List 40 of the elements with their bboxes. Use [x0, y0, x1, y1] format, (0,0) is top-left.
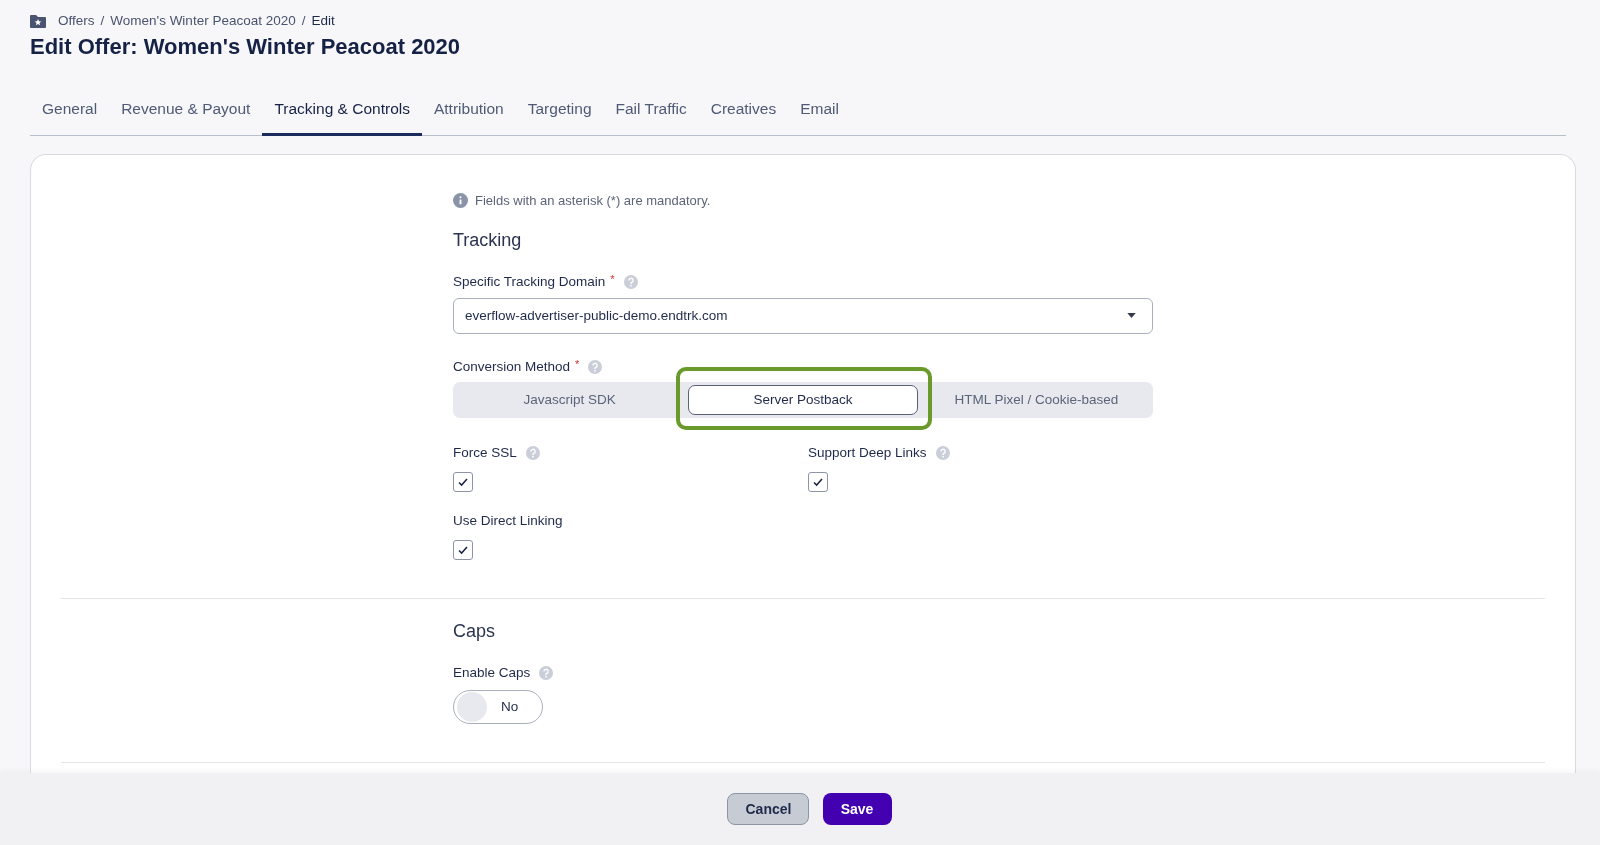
toggle-label: Enable Caps	[453, 665, 531, 680]
help-icon	[539, 665, 554, 680]
domain-select[interactable]: everflow-advertiser-public-demo.endtrk.com	[453, 297, 1153, 334]
breadcrumb-link[interactable]: Women's Winter Peacoat 2020	[110, 13, 296, 28]
segment-option[interactable]: Server Postback	[688, 384, 918, 415]
field-label: Conversion Method	[453, 359, 571, 374]
section-heading: Caps	[453, 620, 497, 642]
folder-star-icon	[30, 13, 46, 28]
info-icon	[453, 192, 468, 208]
section-heading: Tracking	[453, 229, 523, 251]
checkbox-label: Use Direct Linking	[453, 513, 563, 528]
checkbox[interactable]	[453, 539, 473, 560]
tab[interactable]: Targeting	[515, 92, 604, 136]
segment-option[interactable]: Javascript SDK	[455, 384, 685, 415]
breadcrumb-link[interactable]: Offers	[58, 13, 95, 28]
required-mark: *	[610, 272, 615, 285]
segment-option[interactable]: HTML Pixel / Cookie-based	[921, 384, 1151, 415]
checkbox-label: Force SSL	[453, 445, 517, 460]
tab[interactable]: General	[30, 92, 110, 136]
help-icon	[623, 274, 638, 289]
caret-icon	[1127, 313, 1136, 318]
checkbox[interactable]	[453, 471, 473, 492]
tab[interactable]: Attribution	[421, 92, 516, 136]
checkbox-label: Support Deep Links	[808, 445, 927, 460]
tab[interactable]: Fail Traffic	[603, 92, 699, 136]
save-button[interactable]: Save	[822, 793, 892, 825]
cancel-button[interactable]: Cancel	[726, 793, 809, 825]
tab[interactable]: Tracking & Controls	[262, 92, 422, 136]
breadcrumb-separator: /	[100, 13, 105, 28]
tab[interactable]: Email	[788, 92, 851, 136]
breadcrumb-separator: /	[301, 13, 306, 28]
breadcrumb-link[interactable]: Edit	[311, 13, 335, 28]
tab[interactable]: Revenue & Payout	[109, 92, 263, 136]
required-mark: *	[575, 357, 580, 370]
help-icon	[588, 359, 603, 374]
checkbox[interactable]	[808, 471, 828, 492]
page-title: Edit Offer: Women's Winter Peacoat 2020	[30, 34, 462, 60]
mandatory-notice: Fields with an asterisk (*) are mandatory.	[475, 192, 711, 208]
field-label: Specific Tracking Domain	[453, 274, 606, 289]
tab[interactable]: Creatives	[698, 92, 789, 136]
